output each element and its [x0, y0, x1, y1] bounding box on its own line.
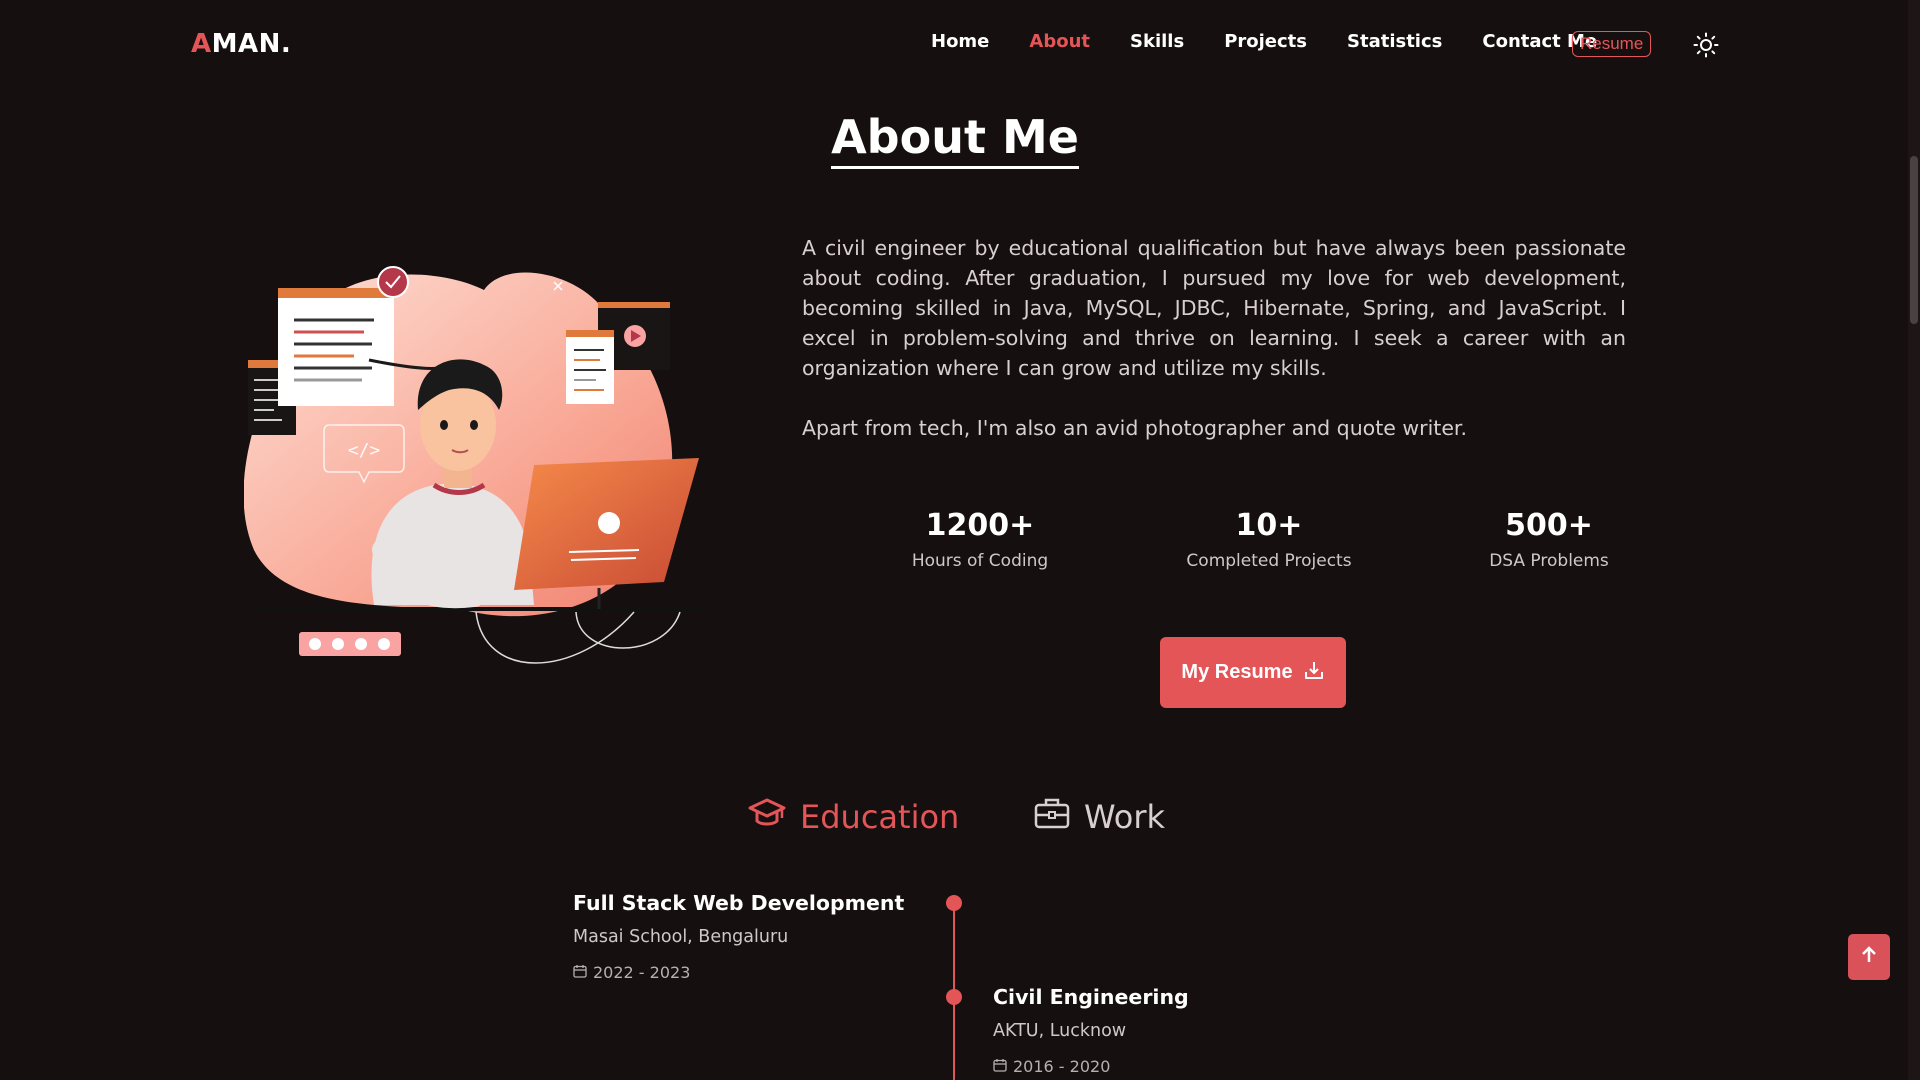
stat-label: DSA Problems [1489, 551, 1609, 571]
stat-value: 1200+ [925, 508, 1035, 543]
tab-work-label: Work [1084, 798, 1166, 836]
nav-link-skills[interactable]: Skills [1130, 31, 1184, 52]
sun-icon[interactable] [1693, 32, 1719, 58]
logo-initial: A [191, 29, 212, 59]
stat-completed-projects: 10+ Completed Projects [1159, 508, 1379, 571]
calendar-icon [993, 1057, 1007, 1076]
graduation-cap-icon [748, 796, 786, 838]
about-paragraph-2: Apart from tech, I'm also an avid photog… [802, 416, 1467, 440]
scrollbar-thumb[interactable] [1910, 156, 1918, 324]
nav-link-about[interactable]: About [1029, 31, 1090, 52]
developer-illustration: </> [243, 260, 714, 680]
briefcase-icon [1034, 796, 1070, 838]
navbar: AMAN. Home About Skills Projects Statist… [0, 0, 1920, 88]
nav-link-projects[interactable]: Projects [1224, 31, 1307, 52]
timeline-date-text: 2016 - 2020 [1013, 1057, 1111, 1076]
arrow-up-icon [1860, 946, 1878, 968]
timeline-item-education-2: Civil Engineering AKTU, Lucknow 2016 - 2… [993, 985, 1189, 1076]
tab-education-label: Education [800, 798, 960, 836]
stat-coding-hours: 1200+ Hours of Coding [870, 508, 1090, 571]
timeline-item-education-1: Full Stack Web Development Masai School,… [573, 891, 904, 982]
my-resume-button[interactable]: My Resume [1160, 637, 1346, 708]
timeline-dot [946, 989, 962, 1005]
tab-work[interactable]: Work [1034, 796, 1165, 838]
nav-link-home[interactable]: Home [931, 31, 989, 52]
svg-text:</>: </> [348, 440, 381, 461]
timeline-place: Masai School, Bengaluru [573, 927, 789, 947]
logo[interactable]: AMAN. [191, 29, 291, 59]
tab-education[interactable]: Education [748, 796, 959, 838]
stat-dsa-problems: 500+ DSA Problems [1439, 508, 1659, 571]
nav-link-statistics[interactable]: Statistics [1347, 31, 1442, 52]
timeline-place: AKTU, Lucknow [993, 1021, 1127, 1041]
timeline-dot [946, 895, 962, 911]
logo-text: MAN. [211, 29, 292, 59]
download-icon [1303, 659, 1325, 687]
timeline-date: 2016 - 2020 [993, 1057, 1189, 1076]
nav-links: Home About Skills Projects Statistics Co… [931, 31, 1637, 52]
nav-resume-button[interactable]: Resume [1572, 31, 1652, 57]
stat-label: Hours of Coding [911, 551, 1049, 571]
timeline-title: Civil Engineering [993, 985, 1189, 1009]
scroll-to-top-button[interactable] [1848, 934, 1890, 980]
stat-label: Completed Projects [1186, 551, 1352, 571]
about-description: A civil engineer by educational qualific… [802, 233, 1626, 473]
timeline-date: 2022 - 2023 [573, 963, 904, 982]
about-section-title: About Me [0, 110, 1910, 169]
timeline-title: Full Stack Web Development [573, 891, 905, 915]
timeline-date-text: 2022 - 2023 [593, 963, 691, 982]
page-title: About Me [831, 110, 1079, 169]
stat-value: 10+ [1235, 508, 1303, 543]
about-paragraph-1: A civil engineer by educational qualific… [802, 236, 1626, 380]
my-resume-label: My Resume [1181, 661, 1293, 683]
stat-value: 500+ [1505, 508, 1593, 543]
calendar-icon [573, 963, 587, 982]
